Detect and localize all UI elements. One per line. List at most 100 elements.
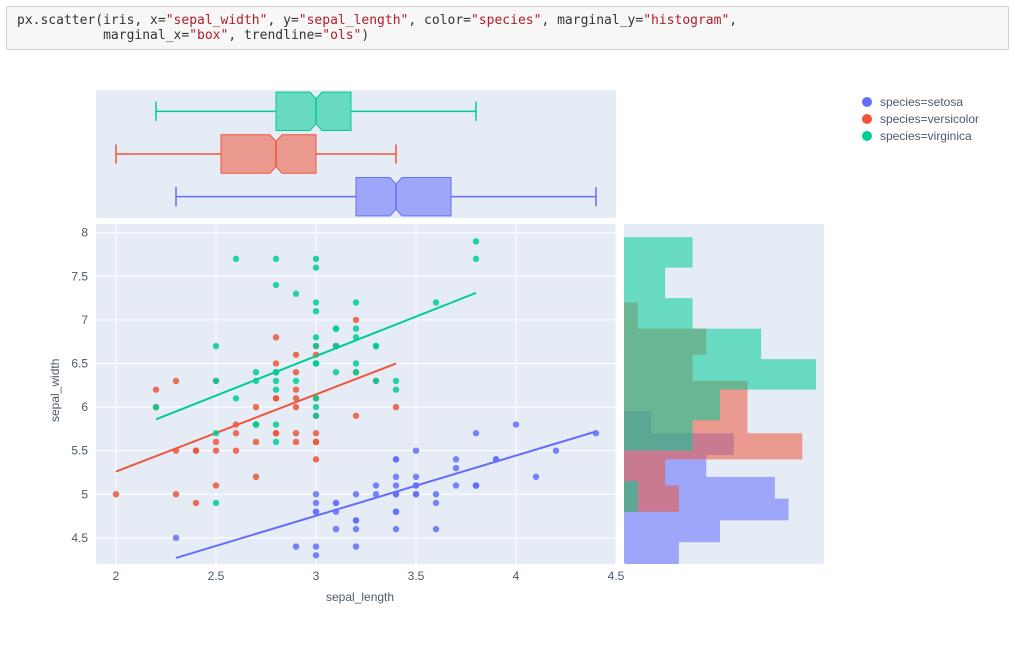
point[interactable] (353, 299, 359, 305)
point[interactable] (313, 500, 319, 506)
point[interactable] (233, 256, 239, 262)
point[interactable] (513, 421, 519, 427)
point[interactable] (273, 439, 279, 445)
point[interactable] (313, 543, 319, 549)
legend[interactable]: species=setosa species=versicolor species=… (862, 92, 979, 146)
point[interactable] (593, 430, 599, 436)
point[interactable] (233, 430, 239, 436)
point[interactable] (393, 482, 399, 488)
point[interactable] (253, 439, 259, 445)
point[interactable] (273, 421, 279, 427)
point[interactable] (193, 447, 199, 453)
point[interactable] (313, 456, 319, 462)
point[interactable] (533, 474, 539, 480)
point[interactable] (253, 421, 259, 427)
point[interactable] (353, 543, 359, 549)
point[interactable] (433, 526, 439, 532)
legend-item-1[interactable]: species=versicolor (862, 112, 979, 126)
point[interactable] (373, 378, 379, 384)
point[interactable] (193, 500, 199, 506)
point[interactable] (273, 386, 279, 392)
point[interactable] (233, 447, 239, 453)
point[interactable] (253, 369, 259, 375)
point[interactable] (293, 404, 299, 410)
box-plot[interactable] (116, 135, 396, 173)
point[interactable] (473, 238, 479, 244)
point[interactable] (373, 482, 379, 488)
point[interactable] (353, 526, 359, 532)
point[interactable] (393, 386, 399, 392)
legend-item-0[interactable]: species=setosa (862, 95, 979, 109)
point[interactable] (353, 325, 359, 331)
point[interactable] (313, 508, 319, 514)
point[interactable] (393, 456, 399, 462)
point[interactable] (313, 404, 319, 410)
point[interactable] (453, 465, 459, 471)
legend-item-2[interactable]: species=virginica (862, 129, 979, 143)
point[interactable] (313, 395, 319, 401)
box-plot[interactable] (176, 177, 596, 215)
point[interactable] (173, 535, 179, 541)
point[interactable] (273, 430, 279, 436)
point[interactable] (293, 291, 299, 297)
point[interactable] (293, 386, 299, 392)
point[interactable] (433, 491, 439, 497)
point[interactable] (333, 500, 339, 506)
point[interactable] (413, 491, 419, 497)
point[interactable] (393, 404, 399, 410)
point[interactable] (473, 430, 479, 436)
point[interactable] (293, 378, 299, 384)
point[interactable] (173, 491, 179, 497)
point[interactable] (353, 360, 359, 366)
point[interactable] (353, 517, 359, 523)
point[interactable] (293, 430, 299, 436)
point[interactable] (213, 343, 219, 349)
point[interactable] (213, 482, 219, 488)
point[interactable] (313, 256, 319, 262)
point[interactable] (313, 299, 319, 305)
point[interactable] (313, 343, 319, 349)
scatter-panel[interactable] (96, 224, 616, 564)
point[interactable] (173, 378, 179, 384)
point[interactable] (333, 325, 339, 331)
point[interactable] (153, 404, 159, 410)
point[interactable] (293, 352, 299, 358)
point[interactable] (353, 317, 359, 323)
point[interactable] (313, 413, 319, 419)
marginal-y-hist-panel[interactable] (624, 224, 824, 564)
point[interactable] (313, 430, 319, 436)
point[interactable] (273, 378, 279, 384)
point[interactable] (153, 386, 159, 392)
point[interactable] (453, 456, 459, 462)
point[interactable] (373, 343, 379, 349)
box-plot[interactable] (156, 92, 476, 130)
point[interactable] (393, 526, 399, 532)
point[interactable] (313, 334, 319, 340)
marginal-x-box-panel[interactable] (96, 90, 616, 218)
point[interactable] (213, 430, 219, 436)
point[interactable] (353, 413, 359, 419)
point[interactable] (313, 308, 319, 314)
point[interactable] (273, 334, 279, 340)
point[interactable] (553, 447, 559, 453)
point[interactable] (253, 404, 259, 410)
point[interactable] (393, 508, 399, 514)
point[interactable] (353, 369, 359, 375)
point[interactable] (273, 282, 279, 288)
point[interactable] (413, 447, 419, 453)
point[interactable] (313, 552, 319, 558)
figure[interactable]: 22.533.544.54.555.566.577.58 sepal_width… (6, 62, 1009, 642)
point[interactable] (273, 360, 279, 366)
point[interactable] (353, 491, 359, 497)
point[interactable] (293, 369, 299, 375)
point[interactable] (313, 360, 319, 366)
point[interactable] (213, 378, 219, 384)
point[interactable] (313, 264, 319, 270)
point[interactable] (293, 439, 299, 445)
point[interactable] (393, 474, 399, 480)
point[interactable] (333, 526, 339, 532)
point[interactable] (433, 500, 439, 506)
point[interactable] (213, 447, 219, 453)
point[interactable] (453, 482, 459, 488)
point[interactable] (433, 299, 439, 305)
